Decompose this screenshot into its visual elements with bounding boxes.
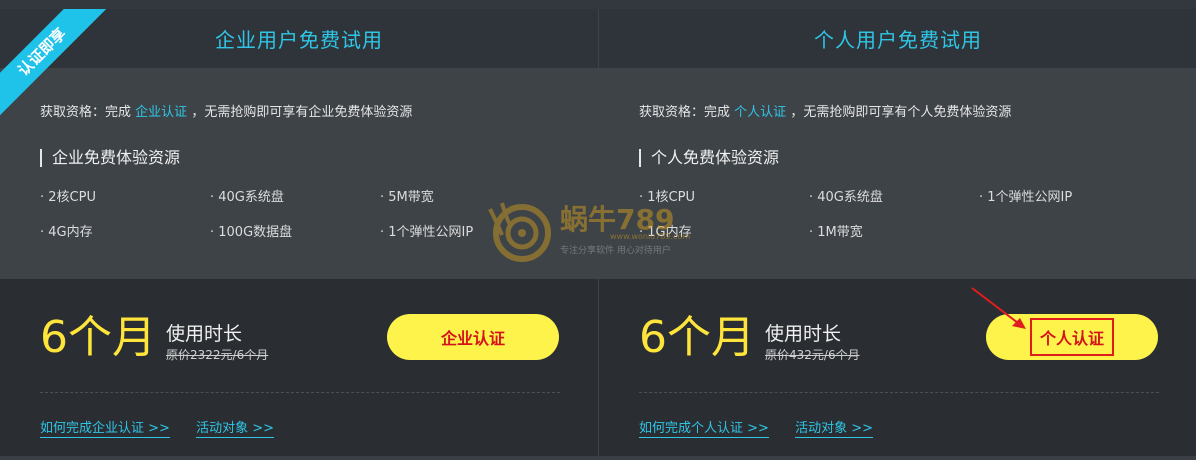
enterprise-target-link[interactable]: 活动对象 >> <box>196 421 274 438</box>
resource-item: · 5M带宽 <box>380 190 434 205</box>
enterprise-duration-label: 使用时长 <box>166 323 243 345</box>
corner-ribbon: 认证即享 <box>0 9 120 129</box>
personal-resources-title: 个人免费体验资源 <box>639 149 779 167</box>
elig-prefix: 获取资格：完成 <box>639 105 731 120</box>
enterprise-original-price: 原价2322元/6个月 <box>166 348 269 362</box>
elig-suffix: ，无需抢购即可享有企业免费体验资源 <box>191 105 413 120</box>
resource-item: · 40G系统盘 <box>210 190 284 205</box>
personal-footer: 6个月 使用时长 原价432元/6个月 个人认证 如何完成个人认证 >> 活动对… <box>599 279 1196 456</box>
top-strip <box>0 0 1196 9</box>
enterprise-links: 如何完成企业认证 >> 活动对象 >> <box>40 417 296 438</box>
resource-row: · 2核CPU · 40G系统盘 · 5M带宽 <box>40 186 560 221</box>
resource-item: · 1个弹性公网IP <box>979 190 1073 205</box>
personal-body: 获取资格：完成 个人认证 ，无需抢购即可享有个人免费体验资源 个人免费体验资源 … <box>599 68 1196 279</box>
personal-duration-label: 使用时长 <box>765 323 842 345</box>
ribbon-label: 认证即享 <box>0 9 110 120</box>
enterprise-resources-title: 企业免费体验资源 <box>40 149 180 167</box>
resource-item: · 1M带宽 <box>809 225 863 240</box>
resource-item: · 1核CPU <box>639 190 695 205</box>
enterprise-cert-button-label: 企业认证 <box>440 329 505 348</box>
resource-row: · 1G内存 · 1M带宽 <box>639 221 1159 256</box>
bottom-strip <box>0 456 1196 460</box>
personal-cert-link[interactable]: 个人认证 <box>734 105 786 120</box>
resource-item: · 40G系统盘 <box>809 190 883 205</box>
resource-item: · 1个弹性公网IP <box>380 225 474 240</box>
personal-cert-button-label: 个人认证 <box>1029 318 1114 356</box>
resource-item: · 4G内存 <box>40 225 93 240</box>
resource-item: · 100G数据盘 <box>210 225 293 240</box>
enterprise-footer: 6个月 使用时长 原价2322元/6个月 企业认证 如何完成企业认证 >> 活动… <box>0 279 598 456</box>
enterprise-title: 企业用户免费试用 <box>215 28 383 52</box>
divider-dashed <box>40 392 560 393</box>
enterprise-resources: · 2核CPU · 40G系统盘 · 5M带宽 · 4G内存 · 100G数据盘… <box>40 186 560 256</box>
resource-row: · 4G内存 · 100G数据盘 · 1个弹性公网IP <box>40 221 560 256</box>
personal-links: 如何完成个人认证 >> 活动对象 >> <box>639 417 895 438</box>
resource-item <box>979 221 1149 256</box>
personal-panel: 个人用户免费试用 获取资格：完成 个人认证 ，无需抢购即可享有个人免费体验资源 … <box>599 9 1196 456</box>
resource-row: · 1核CPU · 40G系统盘 · 1个弹性公网IP <box>639 186 1159 221</box>
enterprise-duration-big: 6个月 <box>40 312 156 363</box>
how-enterprise-cert-link[interactable]: 如何完成企业认证 >> <box>40 421 170 438</box>
personal-original-price: 原价432元/6个月 <box>765 348 860 362</box>
enterprise-cert-button[interactable]: 企业认证 <box>387 314 559 360</box>
personal-eligibility: 获取资格：完成 个人认证 ，无需抢购即可享有个人免费体验资源 <box>639 101 1011 120</box>
personal-target-link[interactable]: 活动对象 >> <box>795 421 873 438</box>
enterprise-cert-link[interactable]: 企业认证 <box>135 105 187 120</box>
promo-page: 企业用户免费试用 获取资格：完成 企业认证 ，无需抢购即可享有企业免费体验资源 … <box>0 0 1196 460</box>
personal-resources: · 1核CPU · 40G系统盘 · 1个弹性公网IP · 1G内存 · 1M带… <box>639 186 1159 256</box>
personal-header: 个人用户免费试用 <box>599 9 1196 68</box>
resource-item: · 2核CPU <box>40 190 96 205</box>
how-personal-cert-link[interactable]: 如何完成个人认证 >> <box>639 421 769 438</box>
resource-item: · 1G内存 <box>639 225 692 240</box>
annotation-arrow-icon <box>971 287 1026 329</box>
divider-dashed <box>639 392 1159 393</box>
elig-suffix: ，无需抢购即可享有个人免费体验资源 <box>790 105 1012 120</box>
enterprise-panel: 企业用户免费试用 获取资格：完成 企业认证 ，无需抢购即可享有企业免费体验资源 … <box>0 9 598 456</box>
personal-duration-big: 6个月 <box>639 312 755 363</box>
personal-title: 个人用户免费试用 <box>814 28 982 52</box>
